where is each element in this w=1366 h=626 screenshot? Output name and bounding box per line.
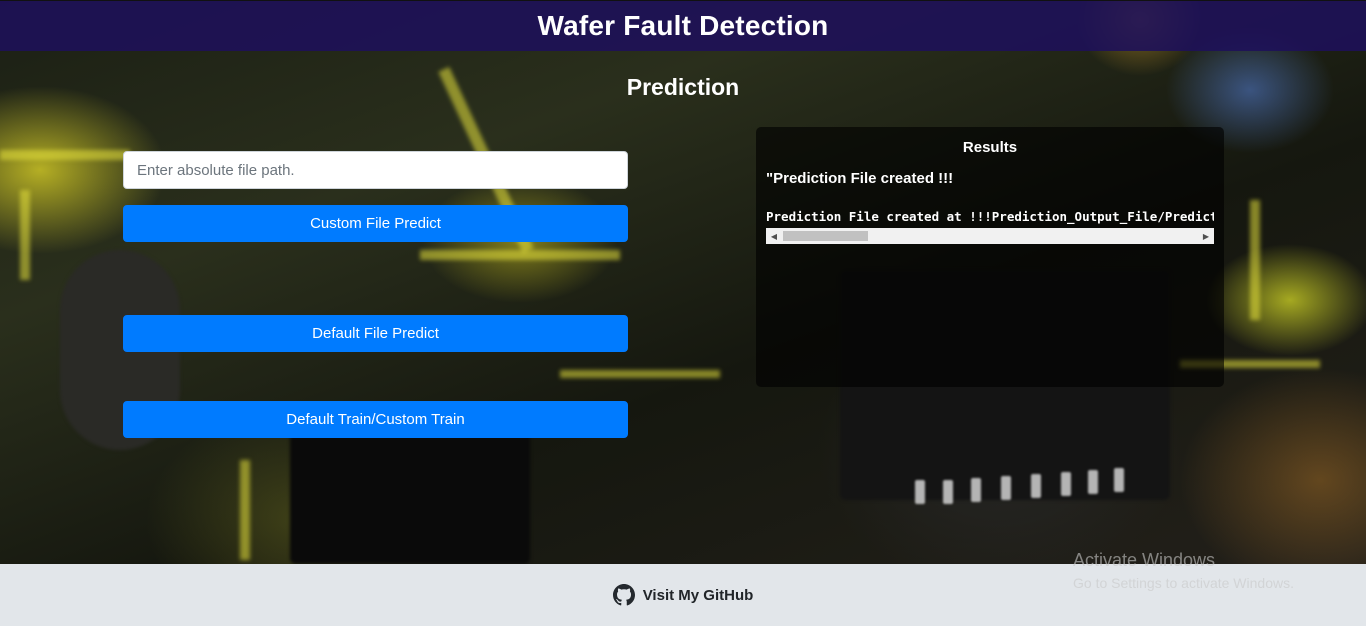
scroll-left-icon[interactable]: ◀ <box>766 228 782 244</box>
train-button[interactable]: Default Train/Custom Train <box>123 401 628 438</box>
navbar: Wafer Fault Detection <box>0 0 1366 51</box>
results-message: "Prediction File created !!! <box>766 170 954 187</box>
scroll-right-icon[interactable]: ▶ <box>1198 228 1214 244</box>
file-path-input[interactable] <box>123 151 628 189</box>
app-title: Wafer Fault Detection <box>537 10 829 41</box>
watermark-line1: Activate Windows <box>1073 550 1216 570</box>
github-icon <box>612 584 635 606</box>
results-output: Prediction File created at !!!Prediction… <box>766 209 1214 224</box>
default-file-predict-button[interactable]: Default File Predict <box>123 315 628 352</box>
results-title: Results <box>962 139 1018 156</box>
activate-windows-watermark: Activate Windows Go to Settings to activ… <box>1073 550 1294 591</box>
watermark-line2: Go to Settings to activate Windows. <box>1073 575 1294 591</box>
custom-file-predict-button[interactable]: Custom File Predict <box>123 205 628 242</box>
section-title: Prediction <box>626 74 740 100</box>
github-link-label: Visit My GitHub <box>642 586 754 604</box>
scrollbar-thumb[interactable] <box>783 231 868 241</box>
github-link[interactable]: Visit My GitHub <box>612 584 754 606</box>
results-panel: Results "Prediction File created !!! Pre… <box>756 127 1224 387</box>
horizontal-scrollbar[interactable]: ◀ ▶ <box>766 228 1214 244</box>
